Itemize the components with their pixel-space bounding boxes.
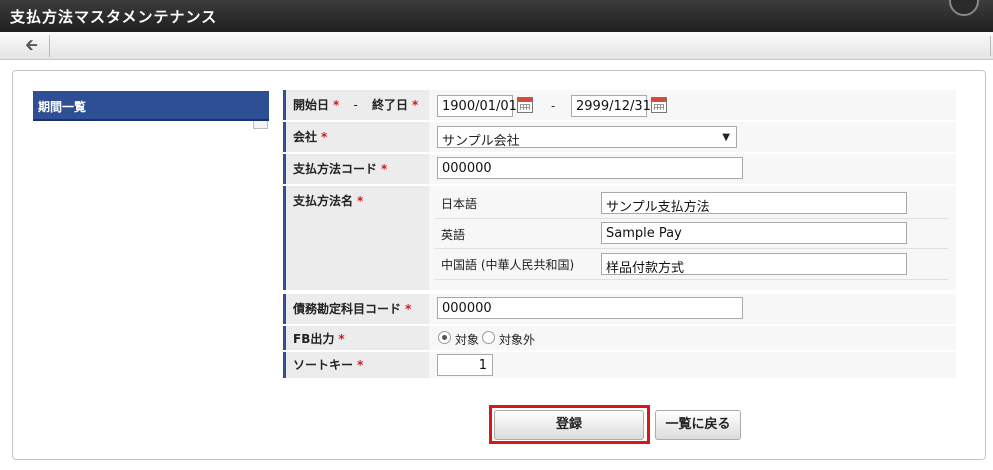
payment-code-label: 支払方法コード * — [283, 154, 429, 184]
fb-non-target-label[interactable]: 対象外 — [499, 331, 535, 348]
company-label: 会社 * — [283, 122, 429, 152]
fb-output-label: FB出力 * — [283, 326, 429, 350]
sort-key-label: ソートキー * — [283, 352, 429, 378]
name-input-ja[interactable]: サンプル支払方法 — [601, 192, 907, 215]
payment-code-row: 支払方法コード * 000000 — [283, 154, 956, 184]
calendar-icon[interactable] — [517, 97, 533, 113]
window-titlebar: 支払方法マスタメンテナンス — [0, 0, 993, 32]
fb-target-label[interactable]: 対象 — [455, 331, 479, 348]
period-label: 開始日 * - 終了日 * — [283, 90, 429, 120]
account-code-label: 債務勘定科目コード * — [283, 294, 429, 324]
register-button[interactable]: 登録 — [494, 410, 644, 440]
account-code-row: 債務勘定科目コード * 000000 — [283, 294, 956, 324]
payment-name-label: 支払方法名 * — [283, 186, 429, 290]
fb-output-row: FB出力 * 対象 対象外 — [283, 326, 956, 350]
back-arrow-icon: 🡰 — [25, 35, 38, 54]
company-select[interactable]: サンプル会社 ▼ — [437, 126, 737, 149]
sort-key-input[interactable]: 1 — [437, 354, 493, 376]
page-title: 支払方法マスタメンテナンス — [10, 8, 218, 26]
end-date-input[interactable]: 2999/12/31 — [571, 95, 651, 117]
date-range-dash: - — [551, 99, 556, 113]
chevron-down-icon: ▼ — [722, 132, 730, 143]
calendar-icon[interactable] — [651, 97, 667, 113]
corner-badge — [949, 0, 979, 16]
lang-label-zh: 中国語 (中華人民共和国) — [441, 258, 575, 272]
sort-key-row: ソートキー * 1 — [283, 352, 956, 378]
lang-label-ja: 日本語 — [441, 197, 478, 211]
name-input-en[interactable]: Sample Pay — [601, 222, 907, 244]
payment-name-row: 支払方法名 * 日本語 サンプル支払方法 英語 Sample Pay 中国語 (中… — [283, 186, 956, 290]
name-input-zh[interactable]: 样品付款方式 — [601, 253, 907, 276]
payment-code-input[interactable]: 000000 — [437, 157, 743, 179]
account-code-input[interactable]: 000000 — [437, 297, 743, 319]
toolbar: 🡰 — [0, 32, 993, 60]
company-row: 会社 * サンプル会社 ▼ — [283, 122, 956, 152]
period-dash: - — [353, 98, 358, 112]
sidebar-collapse-toggle[interactable] — [253, 121, 268, 129]
toolbar-divider — [990, 36, 991, 56]
back-to-list-button[interactable]: 一覧に戻る — [655, 410, 741, 440]
start-date-input[interactable]: 1900/01/01 — [437, 95, 517, 117]
period-list-header[interactable]: 期間一覧 — [33, 91, 269, 121]
back-button[interactable]: 🡰 — [14, 35, 50, 57]
fb-non-target-radio[interactable] — [482, 331, 495, 344]
lang-label-en: 英語 — [441, 228, 466, 242]
period-list-title: 期間一覧 — [38, 100, 87, 114]
fb-target-radio[interactable] — [438, 331, 451, 344]
period-row: 開始日 * - 終了日 * 1900/01/01 - 2999/12/31 — [283, 90, 956, 120]
